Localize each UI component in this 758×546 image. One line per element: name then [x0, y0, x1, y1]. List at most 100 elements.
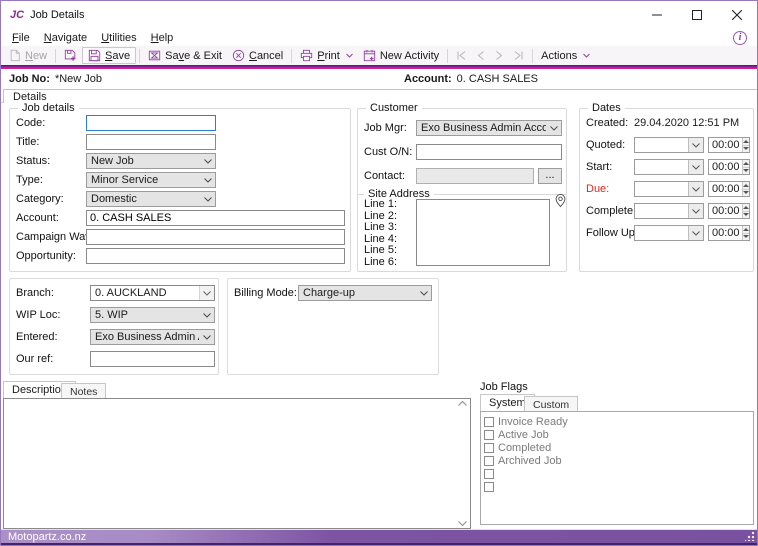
nav-last-icon	[513, 51, 524, 60]
new-doc-icon	[9, 49, 21, 62]
job-details-window: JC Job Details File Navigate Utilities H…	[0, 0, 758, 546]
nav-next-button[interactable]	[490, 50, 508, 61]
actions-button[interactable]: Actions	[536, 49, 595, 63]
resize-grip-icon[interactable]	[745, 531, 755, 541]
contact-browse-button[interactable]: ...	[538, 168, 562, 184]
menubar: File Navigate Utilities Help i	[1, 29, 757, 46]
checkbox-icon[interactable]	[484, 430, 494, 440]
type-label: Type:	[16, 174, 43, 186]
menu-file[interactable]: File	[5, 31, 37, 45]
entered-label: Entered:	[16, 331, 58, 343]
start-date-select[interactable]	[634, 159, 704, 175]
status-company: Motopartz.co.nz	[8, 531, 86, 543]
job-mgr-label: Job Mgr:	[364, 122, 407, 134]
campaign-wave-input[interactable]	[86, 229, 345, 245]
title-input[interactable]	[86, 134, 216, 150]
save-and-new-button[interactable]	[59, 48, 82, 63]
due-date-select[interactable]	[634, 181, 704, 197]
record-header: Job No: *New Job Account: 0. CASH SALES	[1, 69, 757, 88]
follow-up-time-spinner[interactable]: 00:00	[708, 225, 750, 241]
save-exit-icon	[148, 49, 161, 62]
start-time-spinner[interactable]: 00:00	[708, 159, 750, 175]
complete-time-spinner[interactable]: 00:00	[708, 203, 750, 219]
info-icon[interactable]: i	[733, 31, 747, 45]
description-tabstrip: Description Notes	[3, 381, 471, 398]
dates-group: Dates Created: 29.04.2020 12:51 PM Quote…	[579, 108, 754, 272]
save-icon	[88, 49, 101, 62]
due-time-spinner[interactable]: 00:00	[708, 181, 750, 197]
complete-date-select[interactable]	[634, 203, 704, 219]
code-input[interactable]	[86, 115, 216, 131]
menu-utilities[interactable]: Utilities	[94, 31, 143, 45]
menu-navigate[interactable]: Navigate	[37, 31, 94, 45]
new-button[interactable]: New	[4, 48, 52, 63]
job-mgr-select[interactable]: Exo Business Admin Accoun	[416, 120, 562, 136]
chevron-down-icon	[200, 192, 215, 206]
account-label: Account:	[16, 212, 59, 224]
map-pin-icon[interactable]	[554, 193, 567, 211]
quoted-date-select[interactable]	[634, 137, 704, 153]
wip-loc-select[interactable]: 5. WIP	[90, 307, 215, 323]
our-ref-input[interactable]	[90, 351, 215, 367]
flag-archived-job[interactable]: Archived Job	[481, 454, 753, 467]
billing-mode-select[interactable]: Charge-up	[298, 285, 432, 301]
job-flags-tabstrip: System Custom	[480, 394, 756, 411]
maximize-button[interactable]	[677, 1, 717, 29]
opportunity-input[interactable]	[86, 248, 345, 264]
flag-completed[interactable]: Completed	[481, 441, 753, 454]
cancel-button[interactable]: Cancel	[227, 48, 288, 63]
checkbox-icon[interactable]	[484, 456, 494, 466]
type-select[interactable]: Minor Service	[86, 172, 216, 188]
chevron-down-icon	[546, 121, 561, 135]
due-label: Due:	[586, 183, 609, 195]
nav-first-button[interactable]	[451, 50, 472, 61]
checkbox-icon[interactable]	[484, 482, 494, 492]
nav-next-icon	[495, 51, 503, 60]
account-input[interactable]	[86, 210, 345, 226]
line1-label: Line 1:	[364, 199, 397, 211]
entered-select[interactable]: Exo Business Admin Account	[90, 329, 215, 345]
description-textarea[interactable]	[4, 399, 455, 528]
checkbox-icon[interactable]	[484, 469, 494, 479]
branch-select[interactable]: 0. AUCKLAND	[90, 285, 215, 301]
quoted-time-spinner[interactable]: 00:00	[708, 137, 750, 153]
flag-active-job[interactable]: Active Job	[481, 428, 753, 441]
job-no-value: *New Job	[55, 73, 102, 85]
category-label: Category:	[16, 193, 64, 205]
print-dropdown-caret	[346, 53, 353, 58]
new-activity-button[interactable]: New Activity	[358, 48, 444, 63]
calendar-plus-icon	[363, 49, 376, 62]
toolbar: New Save Save & Exit Cancel Print New Ac…	[1, 46, 757, 65]
close-button[interactable]	[717, 1, 757, 29]
category-select[interactable]: Domestic	[86, 191, 216, 207]
menu-help[interactable]: Help	[144, 31, 181, 45]
status-select[interactable]: New Job	[86, 153, 216, 169]
checkbox-icon[interactable]	[484, 443, 494, 453]
nav-prev-button[interactable]	[472, 50, 490, 61]
code-label: Code:	[16, 117, 45, 129]
nav-last-button[interactable]	[508, 50, 529, 61]
checkbox-icon[interactable]	[484, 417, 494, 427]
print-button[interactable]: Print	[295, 48, 358, 63]
opportunity-label: Opportunity:	[16, 250, 76, 262]
job-details-group: Job details Code: Title: Status: New Job…	[9, 108, 351, 272]
tab-custom[interactable]: Custom	[524, 396, 578, 411]
minimize-button[interactable]	[637, 1, 677, 29]
chevron-down-icon	[199, 286, 214, 300]
follow-up-date-select[interactable]	[634, 225, 704, 241]
job-details-legend: Job details	[18, 102, 79, 114]
job-flags-title: Job Flags	[480, 381, 528, 393]
site-address-input[interactable]	[416, 199, 550, 266]
save-button[interactable]: Save	[82, 47, 136, 64]
status-bar: Motopartz.co.nz	[1, 529, 757, 545]
cust-on-input[interactable]	[416, 144, 562, 160]
flag-empty-1[interactable]	[481, 467, 753, 480]
cust-on-label: Cust O/N:	[364, 146, 412, 158]
flag-invoice-ready[interactable]: Invoice Ready	[481, 415, 753, 428]
save-exit-button[interactable]: Save & Exit	[143, 48, 227, 63]
quoted-label: Quoted:	[586, 139, 625, 151]
description-scrollbar[interactable]	[455, 399, 470, 528]
flag-empty-2[interactable]	[481, 480, 753, 493]
chevron-down-icon	[688, 182, 703, 196]
tab-notes[interactable]: Notes	[61, 383, 106, 398]
